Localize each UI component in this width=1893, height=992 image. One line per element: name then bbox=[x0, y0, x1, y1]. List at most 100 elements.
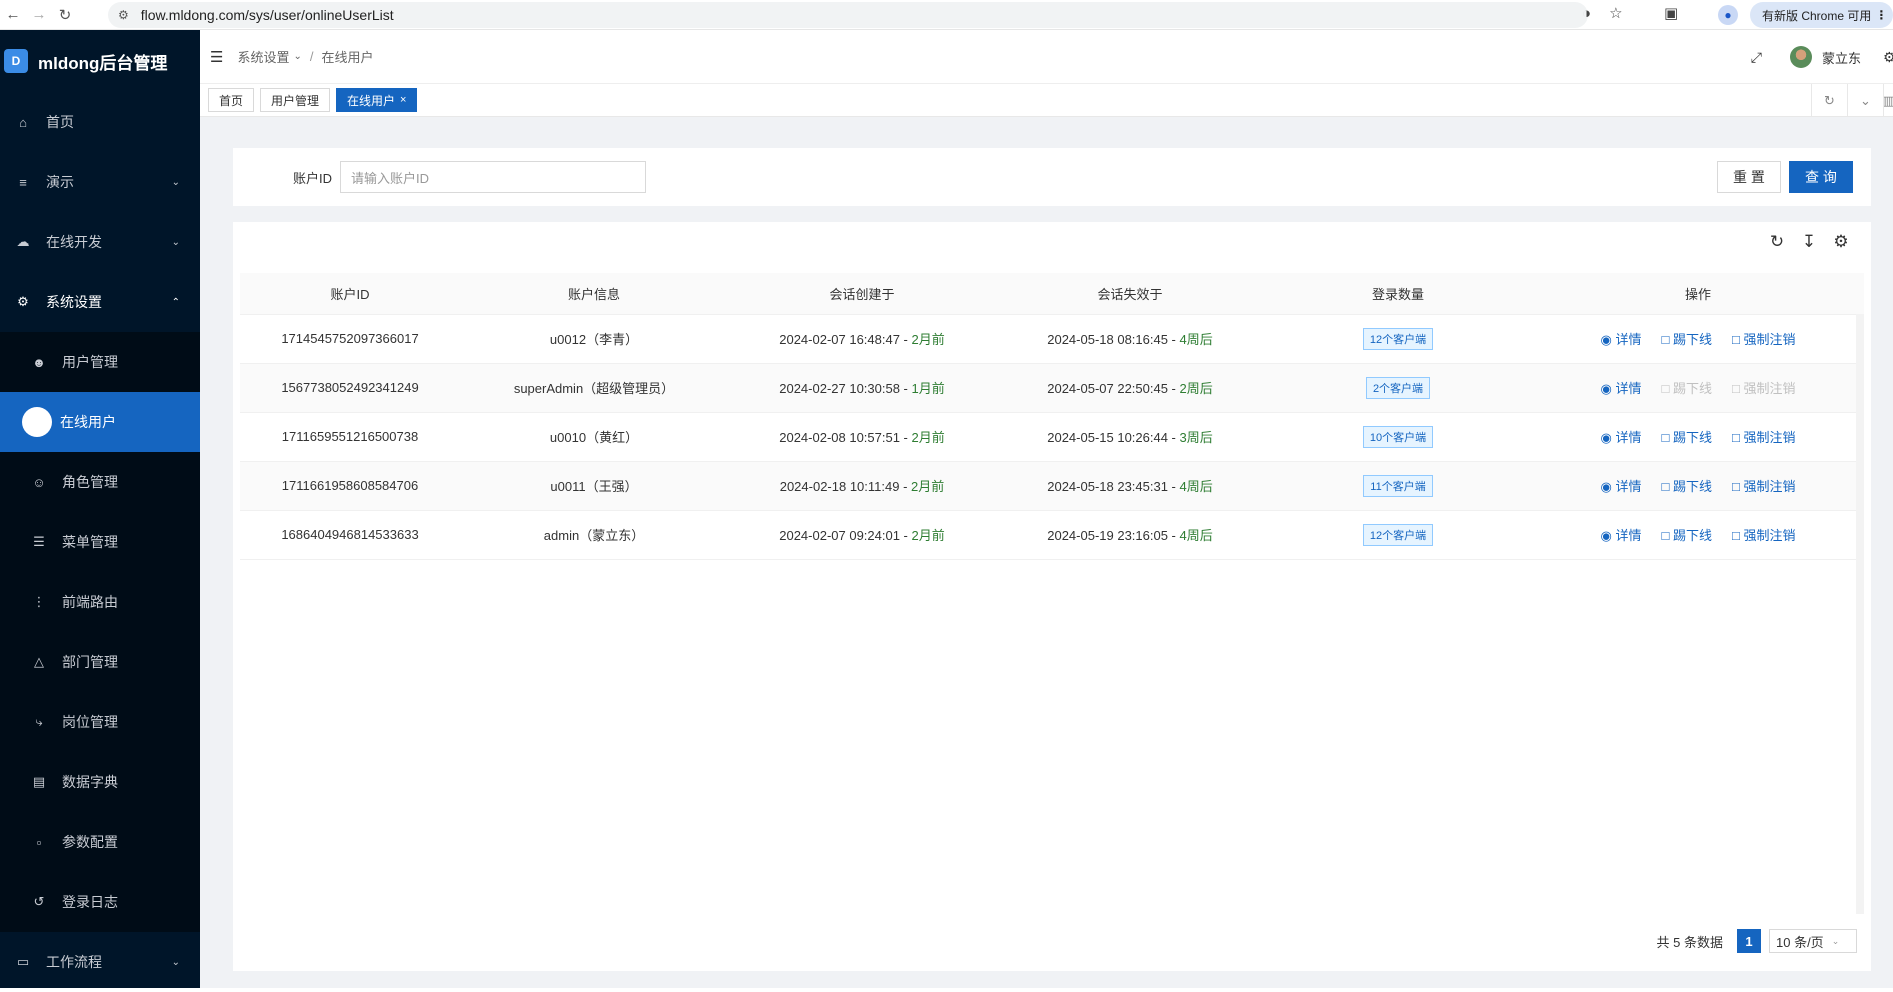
table-scrollbar[interactable] bbox=[1856, 314, 1864, 914]
sidebar-item-role-management[interactable]: ☺ 角色管理 bbox=[0, 452, 200, 512]
back-icon[interactable]: ← bbox=[0, 2, 26, 28]
kick-offline-link[interactable]: □ 踢下线 bbox=[1661, 479, 1712, 494]
sidebar-item-label: 参数配置 bbox=[62, 834, 118, 850]
tab-online-users[interactable]: 在线用户 × bbox=[336, 88, 418, 112]
sidebar-item-frontend-routes[interactable]: ⋮ 前端路由 bbox=[0, 572, 200, 632]
reload-icon[interactable]: ↻ bbox=[52, 2, 78, 28]
system-settings-submenu: ☻ 用户管理 在线用户 ☺ 角色管理 ☰ 菜单管理 ⋮ 前端路由 △ 部门管理 … bbox=[0, 332, 200, 932]
settings-icon[interactable]: ⚙ bbox=[1883, 49, 1893, 66]
cell-expires: 2024-05-18 23:45:31 - 4周后 bbox=[996, 461, 1264, 511]
refresh-tab-icon[interactable]: ↻ bbox=[1811, 84, 1847, 117]
force-logout-link[interactable]: □ 强制注销 bbox=[1732, 381, 1796, 396]
eye-off-icon[interactable]: ◑ bbox=[1582, 5, 1591, 22]
column-header-login-count: 登录数量 bbox=[1264, 273, 1532, 315]
kick-offline-link[interactable]: □ 踢下线 bbox=[1661, 381, 1712, 396]
force-label: 强制注销 bbox=[1743, 528, 1796, 543]
cell-expires: 2024-05-07 22:50:45 - 2周后 bbox=[996, 363, 1264, 413]
gear-icon: ⚙ bbox=[17, 294, 29, 309]
chevron-up-icon: ⌃ bbox=[171, 296, 180, 308]
tab-home[interactable]: 首页 bbox=[208, 88, 255, 112]
extensions-icon[interactable]: ▣ bbox=[1664, 4, 1678, 22]
force-logout-link[interactable]: □ 强制注销 bbox=[1732, 430, 1796, 445]
force-logout-link[interactable]: □ 强制注销 bbox=[1732, 332, 1796, 347]
force-label: 强制注销 bbox=[1743, 381, 1796, 396]
more-vert-icon[interactable]: ⋮ bbox=[1875, 8, 1887, 22]
column-height-icon[interactable]: ↧ bbox=[1799, 232, 1819, 252]
sidebar-item-menu-management[interactable]: ☰ 菜单管理 bbox=[0, 512, 200, 572]
cell-account-info: u0010（黄红） bbox=[460, 412, 728, 462]
expires-relative: 2周后 bbox=[1179, 381, 1213, 396]
detail-link[interactable]: ◉ 详情 bbox=[1601, 332, 1642, 347]
sidebar-item-position-management[interactable]: ⤷ 岗位管理 bbox=[0, 692, 200, 752]
detail-link[interactable]: ◉ 详情 bbox=[1601, 430, 1642, 445]
login-count-badge: 2个客户端 bbox=[1365, 376, 1431, 399]
bookmark-star-icon[interactable]: ☆ bbox=[1609, 4, 1622, 22]
sidebar-item-label: 用户管理 bbox=[62, 354, 118, 370]
detail-link[interactable]: ◉ 详情 bbox=[1601, 528, 1642, 543]
sidebar-item-parameter-config[interactable]: ▫ 参数配置 bbox=[0, 812, 200, 872]
table-toolbar: ↻ ↧ ⚙ bbox=[1767, 232, 1851, 252]
detail-link[interactable]: ◉ 详情 bbox=[1601, 479, 1642, 494]
expires-relative: 4周后 bbox=[1179, 479, 1213, 494]
total-count: 共 5 条数据 bbox=[1656, 934, 1723, 950]
sidebar-item-demo[interactable]: ≡ 演示 ⌄ bbox=[0, 152, 200, 212]
tab-user-management[interactable]: 用户管理 bbox=[260, 88, 331, 112]
menu-fold-icon[interactable]: ☰ bbox=[210, 48, 223, 66]
eye-icon: ◉ bbox=[1600, 528, 1612, 543]
fullscreen-icon[interactable]: ⤢ bbox=[1751, 49, 1762, 66]
kick-offline-link[interactable]: □ 踢下线 bbox=[1661, 332, 1712, 347]
kick-offline-link[interactable]: □ 踢下线 bbox=[1661, 528, 1712, 543]
chevron-down-icon[interactable]: ⌄ bbox=[293, 51, 301, 62]
sidebar-item-online-users[interactable]: 在线用户 bbox=[0, 392, 200, 452]
sidebar-item-online-dev[interactable]: ☁ 在线开发 ⌄ bbox=[0, 212, 200, 272]
trash-icon: □ bbox=[1661, 528, 1670, 543]
sidebar-item-system-settings[interactable]: ⚙ 系统设置 ⌃ bbox=[0, 272, 200, 332]
reload-icon[interactable]: ↻ bbox=[1767, 232, 1787, 252]
profile-icon[interactable]: ● bbox=[1718, 5, 1738, 25]
site-info-icon[interactable]: ⚙ bbox=[118, 8, 129, 22]
login-count-badge: 12个客户端 bbox=[1362, 327, 1434, 350]
account-id-label: 账户ID bbox=[293, 170, 333, 186]
sidebar-item-login-log[interactable]: ↺ 登录日志 bbox=[0, 872, 200, 932]
sidebar-item-home[interactable]: ⌂ 首页 bbox=[0, 92, 200, 152]
query-button[interactable]: 查 询 bbox=[1789, 161, 1853, 193]
table-row: 1714545752097366017 u0012（李青） 2024-02-07 1… bbox=[240, 314, 1864, 364]
sidebar-item-workflow[interactable]: ▭ 工作流程 ⌄ bbox=[0, 932, 200, 992]
account-id-input[interactable]: 请输入账户ID bbox=[340, 161, 647, 193]
sidebar-item-data-dictionary[interactable]: ▤ 数据字典 bbox=[0, 752, 200, 812]
detail-label: 详情 bbox=[1615, 430, 1642, 445]
cell-login-count: 12个客户端 bbox=[1264, 314, 1532, 364]
table-header-row: 账户ID 账户信息 会话创建于 会话失效于 登录数量 操作 bbox=[240, 273, 1864, 315]
sidebar-item-label: 部门管理 bbox=[62, 654, 118, 670]
kick-offline-link[interactable]: □ 踢下线 bbox=[1661, 430, 1712, 445]
tab-dropdown-icon[interactable]: ⌄ bbox=[1847, 84, 1883, 117]
cell-login-count: 12个客户端 bbox=[1264, 510, 1532, 560]
force-label: 强制注销 bbox=[1743, 479, 1796, 494]
cell-account-id: 1711661958608584706 bbox=[240, 461, 460, 511]
page-size-select[interactable]: 10 条/页 ⌄ bbox=[1769, 929, 1857, 953]
force-logout-link[interactable]: □ 强制注销 bbox=[1732, 528, 1796, 543]
eye-icon: ◉ bbox=[1600, 479, 1612, 494]
close-icon[interactable]: × bbox=[400, 94, 406, 106]
detail-link[interactable]: ◉ 详情 bbox=[1601, 381, 1642, 396]
page-1-button[interactable]: 1 bbox=[1737, 929, 1761, 953]
cell-account-id: 1567738052492341249 bbox=[240, 363, 460, 413]
chrome-update-button[interactable]: 有新版 Chrome 可用 ⋮ bbox=[1750, 2, 1893, 28]
avatar[interactable] bbox=[1789, 46, 1812, 68]
forward-icon[interactable]: → bbox=[26, 2, 52, 28]
address-bar[interactable]: ⚙ flow.mldong.com/sys/user/onlineUserLis… bbox=[108, 2, 1588, 28]
setting-icon[interactable]: ⚙ bbox=[1831, 232, 1851, 252]
cell-account-id: 1714545752097366017 bbox=[240, 314, 460, 364]
tab-fold-icon[interactable]: ▥ bbox=[1883, 84, 1893, 117]
force-logout-link[interactable]: □ 强制注销 bbox=[1732, 479, 1796, 494]
sidebar-item-department-management[interactable]: △ 部门管理 bbox=[0, 632, 200, 692]
created-time: 2024-02-07 09:24:01 - bbox=[779, 528, 912, 543]
sidebar-item-label: 前端路由 bbox=[62, 594, 118, 610]
sidebar-item-user-management[interactable]: ☻ 用户管理 bbox=[0, 332, 200, 392]
user-name[interactable]: 蒙立东 bbox=[1822, 48, 1861, 67]
app-logo[interactable]: D mldong后台管理 bbox=[0, 30, 200, 92]
reset-button[interactable]: 重 置 bbox=[1717, 161, 1781, 193]
breadcrumb-parent[interactable]: 系统设置 bbox=[237, 47, 289, 66]
share-icon: ⤷ bbox=[35, 714, 43, 729]
eye-icon: ◉ bbox=[1600, 332, 1612, 347]
